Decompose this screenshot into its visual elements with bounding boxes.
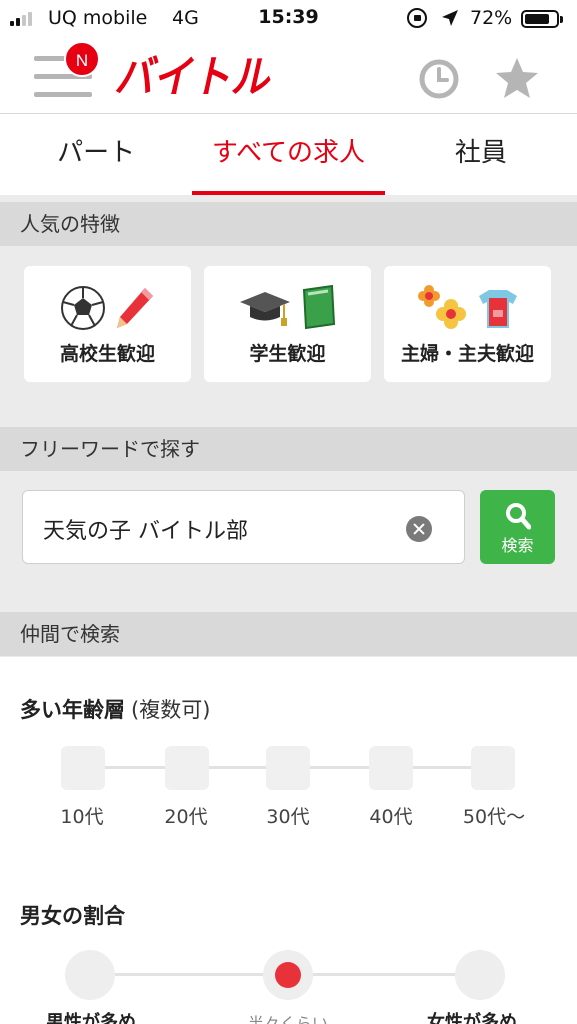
age-option-40s[interactable]: [369, 746, 413, 790]
age-range-note: (複数可): [131, 698, 211, 722]
gender-label-female: 女性が多め: [427, 1012, 517, 1024]
age-option-50s[interactable]: [471, 746, 515, 790]
age-label: 30代: [266, 806, 310, 828]
age-label: 40代: [369, 806, 413, 828]
app-header: N バイトル: [0, 36, 577, 114]
search-input-value: 天気の子 バイトル部: [43, 519, 248, 544]
age-label: 10代: [60, 806, 104, 828]
battery-icon: [521, 10, 563, 28]
feature-card-student[interactable]: 学生歓迎: [204, 266, 371, 382]
flowers-icon: [417, 285, 466, 329]
soccer-ball-icon: [60, 286, 105, 330]
feature-card-homemaker[interactable]: 主婦・主夫歓迎: [384, 266, 551, 382]
tab-part[interactable]: パート: [0, 115, 192, 195]
feature-card-high-school[interactable]: 高校生歓迎: [24, 266, 191, 382]
location-arrow-icon: [442, 10, 458, 26]
rotation-lock-icon: [407, 8, 427, 28]
apron-icon: [478, 290, 517, 328]
age-range-title-text: 多い年齢層: [20, 698, 125, 722]
age-option-10s[interactable]: [61, 746, 105, 790]
svg-text:バイトル: バイトル: [114, 52, 271, 100]
tab-employee[interactable]: 社員: [385, 115, 577, 195]
age-label: 50代〜: [462, 806, 526, 828]
battery-percent: 72%: [470, 7, 513, 29]
gender-label-male: 男性が多め: [46, 1012, 136, 1024]
pencil-icon: [116, 288, 153, 328]
status-bar: UQ mobile 4G 15:39 72%: [0, 0, 577, 36]
clear-icon[interactable]: [406, 516, 432, 542]
section-header-companions: 仲間で検索: [0, 612, 577, 656]
gender-ratio-title: 男女の割合: [20, 904, 125, 928]
baitoru-logo[interactable]: バイトル: [114, 50, 274, 100]
age-option-30s[interactable]: [266, 746, 310, 790]
search-button[interactable]: 検索: [480, 490, 555, 564]
job-type-tabs: パート すべての求人 社員: [0, 115, 577, 195]
feature-card-label: 高校生歓迎: [59, 343, 155, 365]
book-icon: [302, 284, 335, 330]
gender-option-male[interactable]: [65, 950, 115, 1000]
notification-badge[interactable]: N: [64, 41, 100, 77]
feature-card-label: 学生歓迎: [249, 343, 326, 365]
age-range-title: 多い年齢層 (複数可): [20, 694, 210, 724]
gender-label-even: 半々くらい: [247, 1014, 328, 1024]
search-icon: [506, 503, 531, 530]
gender-option-even[interactable]: [263, 950, 313, 1000]
graduation-cap-icon: [239, 292, 290, 326]
favorite-star-icon[interactable]: [494, 56, 540, 102]
content-background: [0, 195, 577, 657]
history-clock-icon[interactable]: [418, 58, 460, 100]
age-option-20s[interactable]: [165, 746, 209, 790]
age-label: 20代: [164, 806, 208, 828]
freeword-search-input[interactable]: 天気の子 バイトル部: [22, 490, 465, 564]
feature-card-label: 主婦・主夫歓迎: [400, 343, 534, 365]
tab-all-jobs[interactable]: すべての求人: [192, 115, 385, 195]
section-header-features: 人気の特徴: [0, 202, 577, 246]
gender-option-female[interactable]: [455, 950, 505, 1000]
section-header-freeword: フリーワードで探す: [0, 427, 577, 471]
search-button-label: 検索: [501, 536, 534, 555]
